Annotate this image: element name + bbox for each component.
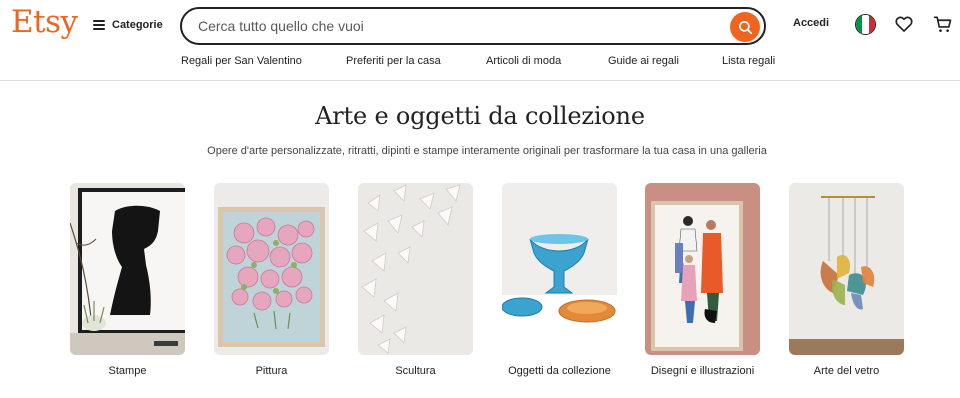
- cart-icon[interactable]: [933, 14, 953, 34]
- nav-fashion[interactable]: Articoli di moda: [486, 55, 561, 67]
- hamburger-icon: [93, 20, 105, 30]
- sign-in-link[interactable]: Accedi: [793, 17, 829, 29]
- nav-gift-registry[interactable]: Lista regali: [722, 55, 775, 67]
- category-image-glass-art: [789, 183, 904, 355]
- search-bar: [180, 7, 766, 45]
- search-icon: [738, 20, 752, 34]
- categories-button[interactable]: Categorie: [93, 14, 163, 36]
- flag-stripe-red: [868, 15, 875, 34]
- search-button[interactable]: [730, 12, 760, 42]
- category-image-collectibles: [502, 183, 617, 355]
- category-label-collectibles: Oggetti da collezione: [508, 365, 611, 377]
- category-image-sculpture: [358, 183, 473, 355]
- category-label-drawings: Disegni e illustrazioni: [650, 365, 755, 377]
- italy-flag-icon[interactable]: [855, 14, 876, 35]
- category-image-prints: [70, 183, 185, 355]
- site-header: Etsy Categorie Accedi Regali per San Val…: [0, 0, 960, 81]
- nav-home-favorites[interactable]: Preferiti per la casa: [346, 55, 441, 67]
- category-label-sculpture: Scultura: [395, 365, 436, 377]
- category-label-prints: Stampe: [108, 365, 147, 377]
- category-image-painting: [214, 183, 329, 355]
- category-image-drawings: [645, 183, 760, 355]
- etsy-logo[interactable]: Etsy: [11, 4, 78, 40]
- sub-navigation: Regali per San Valentino Preferiti per l…: [0, 55, 960, 71]
- category-card-glass-art[interactable]: Arte del vetro: [789, 183, 904, 377]
- category-label-glass-art: Arte del vetro: [813, 365, 880, 377]
- category-card-drawings[interactable]: Disegni e illustrazioni: [645, 183, 760, 377]
- nav-valentines-gifts[interactable]: Regali per San Valentino: [181, 55, 302, 67]
- nav-gift-guides[interactable]: Guide ai regali: [608, 55, 679, 67]
- category-card-sculpture[interactable]: Scultura: [358, 183, 473, 377]
- page-subtitle: Opere d'arte personalizzate, ritratti, d…: [207, 145, 767, 157]
- category-card-painting[interactable]: Pittura: [214, 183, 329, 377]
- categories-label: Categorie: [112, 19, 163, 31]
- heart-icon[interactable]: [894, 14, 914, 34]
- category-label-painting: Pittura: [255, 365, 288, 377]
- category-card-collectibles[interactable]: Oggetti da collezione: [502, 183, 617, 377]
- category-card-prints[interactable]: Stampe: [70, 183, 185, 377]
- page-title: Arte e oggetti da collezione: [315, 102, 645, 130]
- search-input[interactable]: [198, 18, 718, 34]
